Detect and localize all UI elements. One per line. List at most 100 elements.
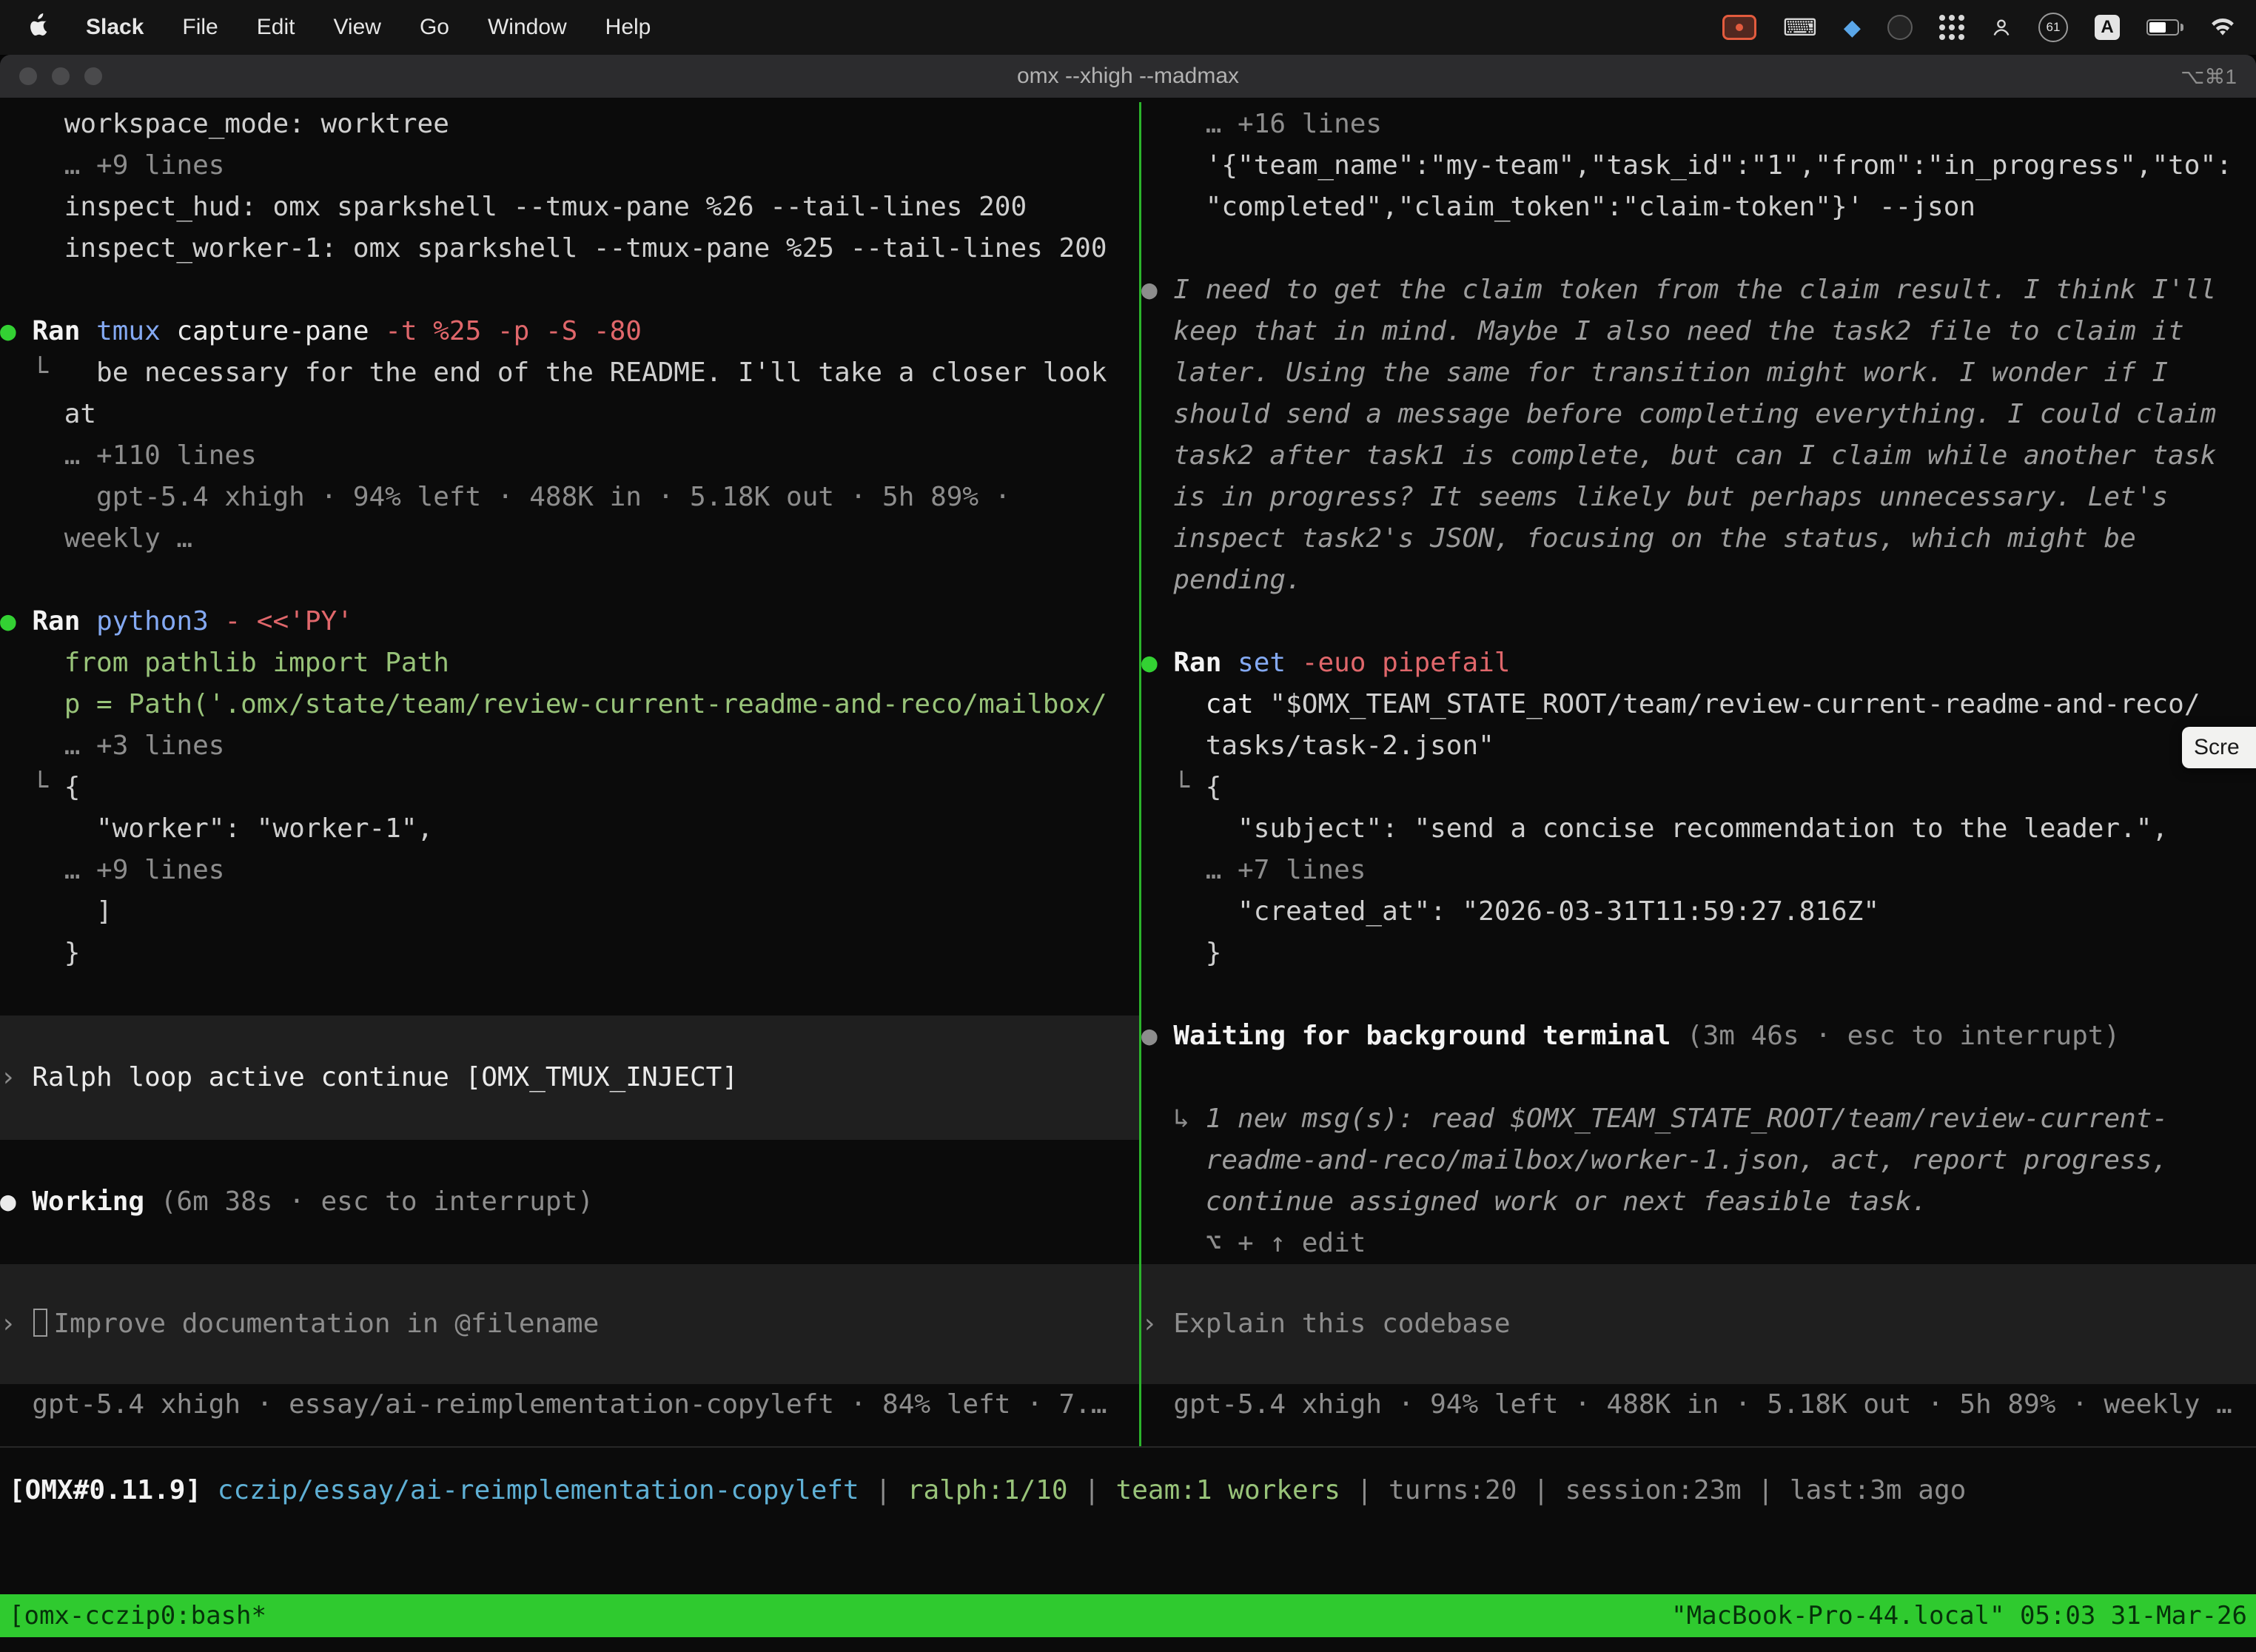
terminal-line: keep that in mind. Maybe I also need the… [1141,311,2256,352]
terminal-line: … +3 lines [0,725,1139,767]
keyboard-icon[interactable]: ⌨ [1783,13,1817,41]
terminal-line: inspect_worker-1: omx sparkshell --tmux-… [0,228,1139,269]
blank-line [1141,974,2256,1015]
terminal-line: ] [0,891,1139,933]
terminal-line: task2 after task1 is complete, but can I… [1141,435,2256,477]
blank-line [0,1140,1139,1181]
terminal-line: later. Using the same for transition mig… [1141,352,2256,394]
terminal-window: omx --xhigh --madmax ⌥⌘1 workspace_mode:… [0,55,2256,1652]
menu-item-go[interactable]: Go [400,15,469,40]
band-line: › Explain this codebase [1141,1303,1511,1345]
desktop-screen: Slack FileEditViewGoWindowHelp ⌨ ◆ 61 A [0,0,2256,1652]
battery-body [2146,19,2179,36]
blank-line [0,560,1139,601]
a-app-label: A [2101,17,2113,38]
terminal-line: "subject": "send a concise recommendatio… [1141,808,2256,850]
blank-line [0,269,1139,311]
terminal-line: … +7 lines [1141,850,2256,891]
terminal-line: gpt-5.4 xhigh · essay/ai-reimplementatio… [0,1384,1139,1426]
terminal-line: "created_at": "2026-03-31T11:59:27.816Z" [1141,891,2256,933]
terminal-line: pending. [1141,560,2256,601]
profile-icon[interactable] [1991,17,2012,38]
badge-61-icon[interactable]: 61 [2038,13,2068,42]
edge-tooltip: Scre [2182,727,2256,768]
grid-dots [1939,15,1964,40]
terminal-line: } [1141,933,2256,974]
tmux-session-label: [omx-cczip0:bash* [9,1594,266,1637]
terminal-line: continue assigned work or next feasible … [1141,1181,2256,1223]
pane-divider[interactable] [1139,102,1141,1446]
dots-grid-icon[interactable] [1939,15,1964,40]
terminal-line: p = Path('.omx/state/team/review-current… [0,684,1139,725]
terminal-line: from pathlib import Path [0,642,1139,684]
blue-app-icon[interactable]: ◆ [1844,15,1861,41]
terminal-line: gpt-5.4 xhigh · 94% left · 488K in · 5.1… [0,477,1139,518]
terminal-line: … +9 lines [0,145,1139,187]
right-terminal-pane[interactable]: … +16 lines '{"team_name":"my-team","tas… [1141,104,2256,1436]
close-button[interactable] [19,67,37,85]
terminal-line: └ { [1141,767,2256,808]
screen-recording-indicator[interactable] [1722,15,1756,40]
terminal-line: ● I need to get the claim token from the… [1141,269,2256,311]
terminal-line: readme-and-reco/mailbox/worker-1.json, a… [1141,1140,2256,1181]
wifi-icon[interactable] [2210,18,2235,37]
menu-item-edit[interactable]: Edit [238,15,315,40]
terminal-line: '{"team_name":"my-team","task_id":"1","f… [1141,145,2256,187]
apple-menu[interactable] [0,13,67,41]
terminal-line: at [0,394,1139,435]
left-terminal-pane[interactable]: workspace_mode: worktree … +9 lines insp… [0,104,1139,1436]
terminal-line: … +110 lines [0,435,1139,477]
a-app-icon[interactable]: A [2095,15,2120,40]
terminal-line: ● Working (6m 38s · esc to interrupt) [0,1181,1139,1223]
badge-61-label: 61 [2047,20,2061,35]
battery-icon[interactable] [2146,19,2183,36]
window-titlebar[interactable]: omx --xhigh --madmax ⌥⌘1 [0,55,2256,98]
terminal-line: gpt-5.4 xhigh · 94% left · 488K in · 5.1… [1141,1384,2256,1426]
inject-banner: › Ralph loop active continue [OMX_TMUX_I… [0,1015,1139,1140]
blank-line [1141,228,2256,269]
terminal-line: ● Waiting for background terminal (3m 46… [1141,1015,2256,1057]
terminal-line: weekly … [0,518,1139,560]
minimize-button[interactable] [52,67,70,85]
band-line: › Ralph loop active continue [OMX_TMUX_I… [0,1057,738,1098]
menu-item-file[interactable]: File [163,15,237,40]
omx-status-line: [OMX#0.11.9] cczip/essay/ai-reimplementa… [9,1470,2256,1511]
terminal-line: } [0,933,1139,974]
dark-app-icon[interactable] [1887,15,1913,40]
prompt-box[interactable]: › Improve documentation in @filename [0,1264,1139,1384]
prompt-box[interactable]: › Explain this codebase [1141,1264,2256,1384]
terminal-line: └ be necessary for the end of the README… [0,352,1139,394]
edge-tooltip-label: Scre [2194,735,2240,760]
battery-nub [2181,24,2183,31]
window-shortcut-label: ⌥⌘1 [2181,64,2237,89]
terminal-line: tasks/task-2.json" [1141,725,2256,767]
tmux-host-clock-label: "MacBook-Pro-44.local" 05:03 31-Mar-26 [1671,1594,2247,1637]
terminal-line: ● Ran tmux capture-pane -t %25 -p -S -80 [0,311,1139,352]
zoom-button[interactable] [84,67,102,85]
traffic-lights [19,67,102,85]
terminal-line: should send a message before completing … [1141,394,2256,435]
terminal-line: … +16 lines [1141,104,2256,145]
terminal-line: └ { [0,767,1139,808]
terminal-line: ● Ran python3 - <<'PY' [0,601,1139,642]
terminal-line: ⌥ + ↑ edit [1141,1223,2256,1264]
menu-bar: Slack FileEditViewGoWindowHelp ⌨ ◆ 61 A [0,0,2256,55]
terminal-line: is in progress? It seems likely but perh… [1141,477,2256,518]
menu-item-help[interactable]: Help [586,15,671,40]
menu-item-window[interactable]: Window [469,15,586,40]
menu-bar-status-icons: ⌨ ◆ 61 A [1722,13,2256,42]
band-line: › Improve documentation in @filename [0,1303,599,1345]
terminal-line: cat "$OMX_TEAM_STATE_ROOT/team/review-cu… [1141,684,2256,725]
terminal-line: "completed","claim_token":"claim-token"}… [1141,187,2256,228]
apple-icon [30,13,49,41]
menu-item-view[interactable]: View [314,15,400,40]
terminal-line: workspace_mode: worktree [0,104,1139,145]
terminal-content: workspace_mode: worktree … +9 lines insp… [0,98,2256,1652]
pane-bottom-border [0,1446,2256,1448]
terminal-line: "worker": "worker-1", [0,808,1139,850]
terminal-line: … +9 lines [0,850,1139,891]
terminal-line: ↳ 1 new msg(s): read $OMX_TEAM_STATE_ROO… [1141,1098,2256,1140]
menu-bar-menus: Slack FileEditViewGoWindowHelp [0,13,670,41]
terminal-line: inspect task2's JSON, focusing on the st… [1141,518,2256,560]
menu-item-app-name[interactable]: Slack [67,15,163,40]
